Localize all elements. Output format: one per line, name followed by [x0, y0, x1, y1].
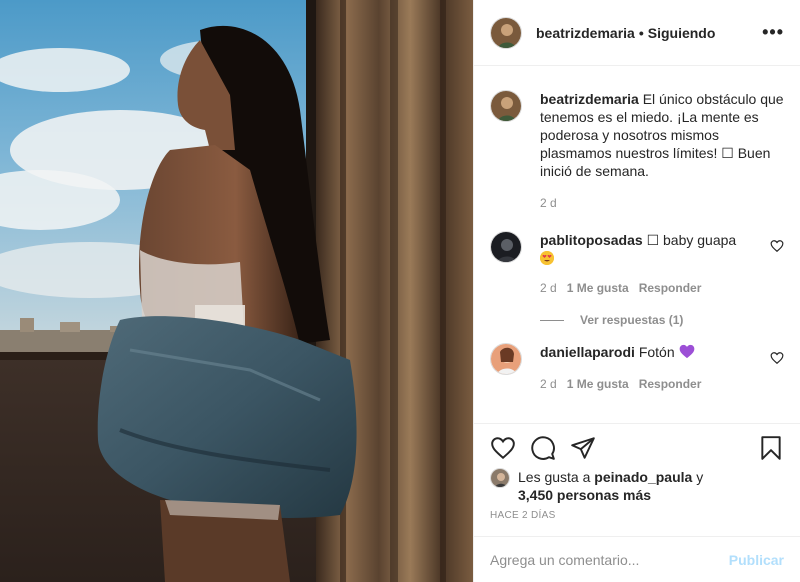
comment-input[interactable] [490, 551, 729, 568]
comment-likes[interactable]: 1 Me gusta [567, 375, 629, 393]
add-comment-bar: Publicar [474, 536, 800, 582]
comment-text: Fotón [638, 344, 675, 360]
post-header: beatrizdemaria • Siguiendo ••• [474, 0, 800, 66]
author-avatar[interactable] [490, 16, 522, 49]
caption-avatar[interactable] [490, 90, 522, 122]
likes-summary: Les gusta a peinado_paula y 3,450 person… [490, 468, 784, 504]
more-options-icon[interactable]: ••• [762, 22, 784, 43]
commenter-avatar[interactable] [490, 231, 522, 263]
caption-username[interactable]: beatrizdemaria [540, 91, 639, 107]
comment-icon[interactable] [530, 435, 556, 461]
comment-likes[interactable]: 1 Me gusta [567, 279, 629, 297]
likes-joiner: y [696, 469, 704, 485]
following-button[interactable]: Siguiendo [648, 25, 716, 41]
caption-time[interactable]: 2 d [540, 194, 557, 212]
publish-button[interactable]: Publicar [729, 552, 784, 568]
comment-time[interactable]: 2 d [540, 375, 557, 393]
photo-illustration [0, 0, 473, 582]
comments-list[interactable]: beatrizdemaria El único obstáculo que te… [474, 67, 800, 423]
replies-line [540, 319, 564, 321]
post-date[interactable]: HACE 2 DÍAS [490, 510, 556, 521]
author-username[interactable]: beatrizdemaria [536, 25, 635, 41]
view-replies-label: Ver respuestas (1) [580, 313, 684, 327]
commenter-avatar[interactable] [490, 343, 522, 375]
like-heart-small-icon[interactable] [770, 239, 784, 253]
commenter-username[interactable]: pablitoposadas [540, 232, 643, 248]
likes-prefix: Les gusta a [518, 469, 591, 485]
heart-eyes-emoji [540, 251, 554, 265]
heart-icon[interactable] [490, 435, 516, 461]
post-container: beatrizdemaria • Siguiendo ••• beatrizde… [0, 0, 800, 582]
comment-item: daniellaparodi Fotón 2 d 1 Me gusta Resp… [490, 343, 784, 393]
separator-dot: • [638, 24, 644, 41]
reply-button[interactable]: Responder [639, 375, 702, 393]
bookmark-icon[interactable] [758, 435, 784, 461]
post-photo[interactable] [0, 0, 473, 582]
comment-time[interactable]: 2 d [540, 279, 557, 297]
liker-username[interactable]: peinado_paula [594, 469, 692, 485]
reply-button[interactable]: Responder [639, 279, 702, 297]
purple-heart-emoji [679, 344, 695, 363]
liker-avatar[interactable] [490, 468, 510, 488]
like-heart-small-icon[interactable] [770, 351, 784, 365]
likes-count[interactable]: 3,450 personas más [518, 487, 651, 503]
commenter-username[interactable]: daniellaparodi [540, 344, 635, 360]
post-actions [474, 423, 800, 471]
likes-text: Les gusta a peinado_paula y 3,450 person… [518, 468, 703, 504]
view-replies-button[interactable]: Ver respuestas (1) [540, 313, 784, 327]
post-side-panel: beatrizdemaria • Siguiendo ••• beatrizde… [473, 0, 800, 582]
comment-item: pablitoposadas ☐ baby guapa 2 d 1 Me gus… [490, 231, 784, 297]
caption: beatrizdemaria El único obstáculo que te… [490, 90, 784, 212]
share-icon[interactable] [570, 435, 596, 461]
comment-text: ☐ baby guapa [646, 232, 737, 248]
